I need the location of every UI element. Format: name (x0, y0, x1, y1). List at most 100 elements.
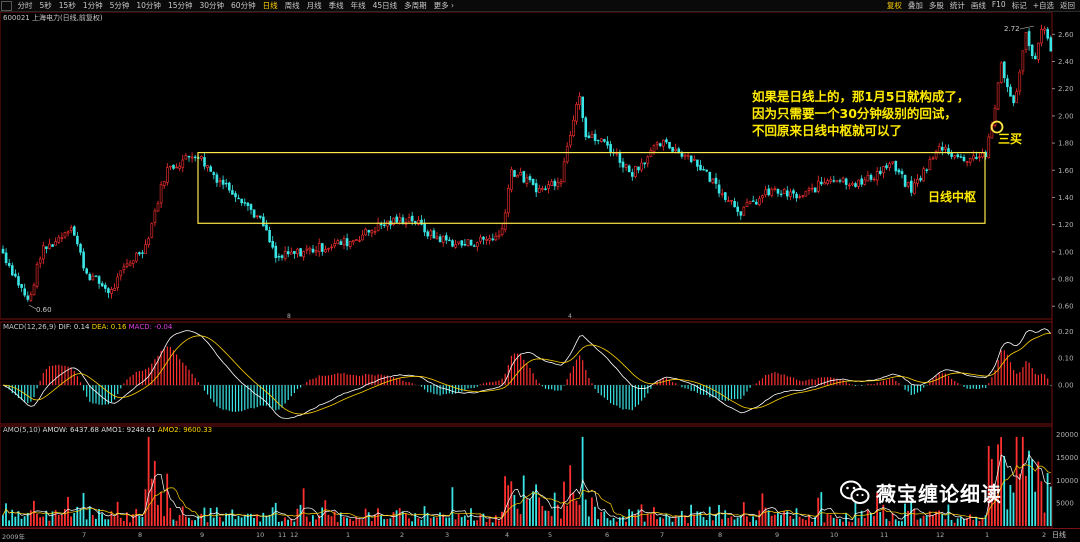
period-tab[interactable]: 月线 (303, 0, 325, 11)
amo-bar (848, 521, 851, 526)
period-tab[interactable]: 多周期 (401, 0, 431, 11)
candle-body (587, 135, 591, 138)
amo-bar (203, 507, 206, 526)
amo-bar (281, 521, 283, 526)
amo-bar (891, 512, 894, 526)
candle-body (940, 146, 944, 151)
candle-body (792, 190, 795, 194)
period-tab[interactable]: 1分钟 (79, 0, 106, 11)
amo-bar (1040, 481, 1043, 526)
candle-body (491, 238, 495, 241)
amo-bar (591, 497, 593, 526)
time-axis-label: 8 (138, 531, 143, 539)
amo-bar (1031, 459, 1033, 526)
candle-body (172, 164, 175, 169)
candle-body (770, 188, 774, 196)
period-tab[interactable]: 分时 (14, 0, 36, 11)
amo-bar (730, 516, 733, 526)
period-tab[interactable]: 5秒 (36, 0, 55, 11)
amo-bar (963, 518, 965, 526)
amo-bar (352, 520, 355, 526)
candle-body (872, 178, 876, 181)
period-tab[interactable]: 周线 (281, 0, 303, 11)
candle-body (79, 243, 82, 253)
candle-body (544, 188, 547, 190)
amo-bar (504, 476, 506, 526)
candle-body (692, 158, 696, 161)
tool-button[interactable]: 返回 (1057, 0, 1078, 11)
amo-bar (367, 512, 370, 526)
period-tab[interactable]: 30分钟 (196, 0, 228, 11)
candle-body (193, 156, 197, 159)
amo-bar (749, 522, 751, 526)
price-axis-label: 1.00 (1058, 248, 1074, 256)
tool-button[interactable]: 标记 (1009, 0, 1030, 11)
period-tab[interactable]: 更多 › (430, 0, 457, 11)
period-tab[interactable]: 季线 (325, 0, 347, 11)
amo-bar (634, 513, 637, 526)
candle-body (931, 157, 935, 160)
candle-body (674, 148, 678, 151)
amo-bar (485, 522, 488, 526)
amo-bar (873, 515, 875, 526)
candle-body (209, 166, 212, 172)
period-tab[interactable]: 60分钟 (228, 0, 260, 11)
candle-body (51, 244, 54, 247)
amo-bar (925, 515, 928, 526)
candle-body (441, 235, 445, 243)
amo-bar (525, 499, 528, 526)
amo-legend: AMO(5,10) AMOW: 6437.68 AMO1: 9248.61 AM… (3, 426, 212, 434)
period-tab[interactable]: 45日线 (369, 0, 401, 11)
amo-bar (860, 510, 863, 526)
amo-bar (839, 518, 841, 526)
amo-bar (488, 518, 491, 526)
price-axis-label: 0.80 (1058, 276, 1074, 284)
time-axis-label: 12 (290, 531, 299, 539)
amo-bar (219, 516, 221, 526)
tool-button[interactable]: 复权 (884, 0, 905, 11)
candle-body (1043, 28, 1046, 31)
amo-bar (184, 516, 187, 526)
tool-button[interactable]: 多股 (926, 0, 947, 11)
tool-button[interactable]: 叠加 (905, 0, 926, 11)
candle-body (330, 246, 333, 249)
amo-bar (215, 507, 218, 526)
period-tab[interactable]: 10分钟 (133, 0, 165, 11)
amo-bar (33, 500, 35, 526)
candle-body (500, 228, 504, 236)
tool-button[interactable]: +自选 (1030, 0, 1057, 11)
candle-body (426, 231, 430, 237)
layout-icon[interactable] (1, 0, 12, 11)
amo-bar (470, 508, 472, 526)
tool-button[interactable]: 画线 (968, 0, 989, 11)
candle-body (640, 162, 643, 171)
amo-bar (668, 516, 671, 526)
period-tab[interactable]: 日线 (259, 0, 281, 11)
period-tab[interactable]: 15分钟 (164, 0, 196, 11)
candle-body (88, 274, 92, 280)
tool-button[interactable]: 统计 (947, 0, 968, 11)
time-axis-label: 2 (400, 531, 405, 539)
amo-bar (70, 516, 72, 526)
candle-body (4, 252, 8, 263)
amo-bar (467, 519, 469, 526)
annotation-line-3: 不回原来日线中枢就可以了 (752, 123, 903, 138)
candle-body (897, 169, 901, 173)
amo-bar (234, 519, 237, 526)
candle-body (345, 238, 349, 247)
candle-body (66, 231, 70, 234)
period-tab[interactable]: 年线 (347, 0, 369, 11)
candle-body (122, 266, 126, 271)
amo-bar (330, 516, 333, 526)
period-tab[interactable]: 5分钟 (106, 0, 133, 11)
period-tab[interactable]: 15秒 (55, 0, 79, 11)
amo-bar (721, 519, 723, 526)
high-marker: 2.72 (1004, 25, 1020, 33)
candle-body (823, 182, 826, 185)
candle-body (252, 209, 256, 218)
candle-body (776, 188, 780, 194)
candle-body (448, 239, 451, 242)
amo-bar (866, 510, 869, 526)
tool-button[interactable]: F10 (989, 0, 1009, 11)
candle-body (475, 242, 479, 247)
